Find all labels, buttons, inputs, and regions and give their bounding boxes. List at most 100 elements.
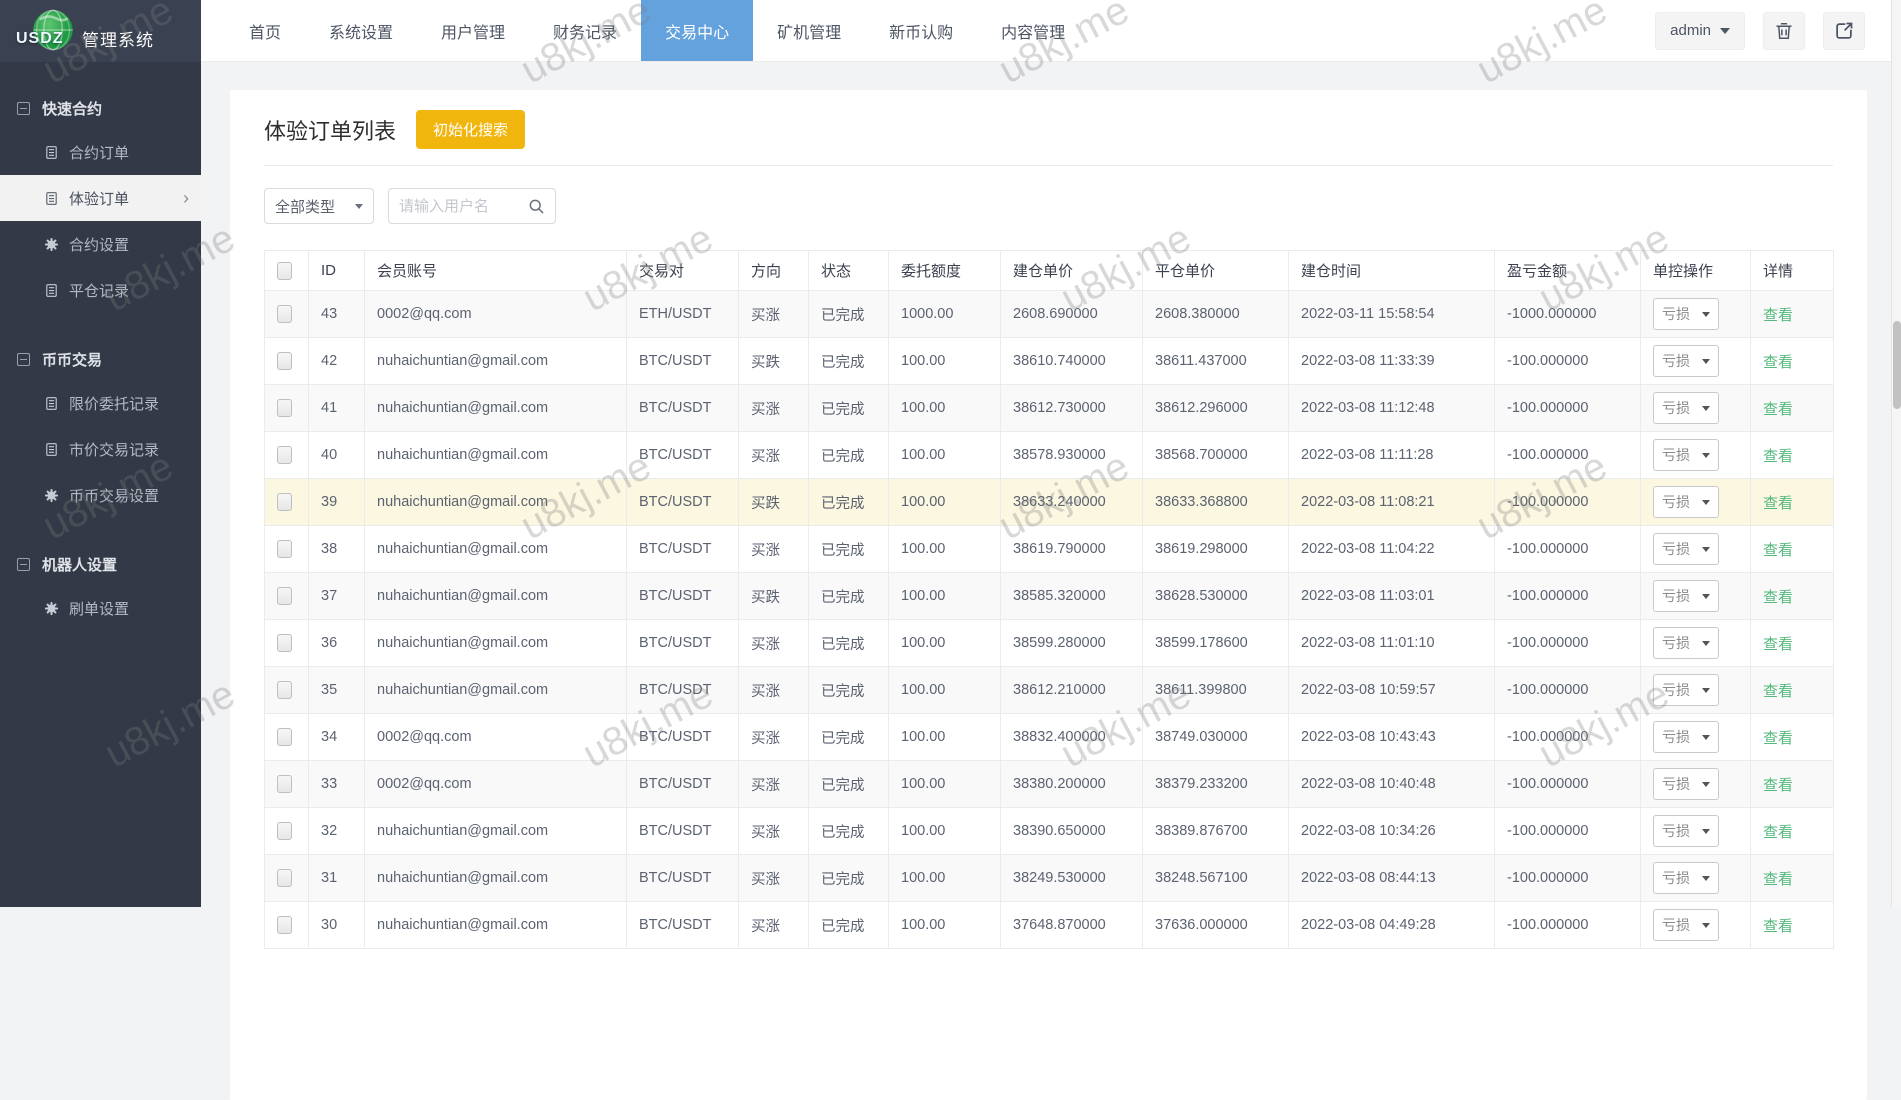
cell-open-time: 2022-03-08 11:08:21: [1289, 479, 1495, 526]
row-checkbox[interactable]: [277, 540, 292, 558]
cell-id: 41: [309, 385, 365, 432]
sidebar-item-limit-order-records[interactable]: 限价委托记录: [0, 380, 201, 426]
type-select[interactable]: 全部类型: [264, 188, 374, 224]
loss-control-select[interactable]: 亏损: [1653, 439, 1719, 471]
nav-item-finance-records[interactable]: 财务记录: [529, 0, 641, 61]
row-checkbox[interactable]: [277, 728, 292, 746]
cell-direction: 买涨: [739, 620, 809, 667]
page-scrollbar[interactable]: [1891, 0, 1901, 907]
cell-control: 亏损: [1641, 432, 1751, 479]
clear-cache-button[interactable]: [1763, 12, 1805, 50]
view-detail-link[interactable]: 查看: [1763, 307, 1793, 324]
view-detail-link[interactable]: 查看: [1763, 589, 1793, 606]
nav-item-new-coin[interactable]: 新币认购: [865, 0, 977, 61]
view-detail-link[interactable]: 查看: [1763, 636, 1793, 653]
view-detail-link[interactable]: 查看: [1763, 495, 1793, 512]
cell-profit: -100.000000: [1495, 338, 1641, 385]
loss-control-select[interactable]: 亏损: [1653, 674, 1719, 706]
order-table: ID 会员账号 交易对 方向 状态 委托额度 建仓单价 平仓单价 建仓时间 盈亏…: [264, 250, 1834, 949]
view-detail-link[interactable]: 查看: [1763, 542, 1793, 559]
cell-control: 亏损: [1641, 526, 1751, 573]
loss-control-select[interactable]: 亏损: [1653, 909, 1719, 941]
loss-control-select[interactable]: 亏损: [1653, 580, 1719, 612]
loss-control-select[interactable]: 亏损: [1653, 345, 1719, 377]
row-checkbox[interactable]: [277, 305, 292, 323]
loss-control-select[interactable]: 亏损: [1653, 815, 1719, 847]
view-detail-link[interactable]: 查看: [1763, 918, 1793, 935]
sidebar-item-trial-orders[interactable]: 体验订单 ›: [0, 175, 201, 221]
row-checkbox[interactable]: [277, 399, 292, 417]
row-checkbox[interactable]: [277, 869, 292, 887]
row-checkbox[interactable]: [277, 634, 292, 652]
loss-control-select[interactable]: 亏损: [1653, 486, 1719, 518]
loss-control-select[interactable]: 亏损: [1653, 768, 1719, 800]
sidebar-item-close-records[interactable]: 平仓记录: [0, 267, 201, 313]
list-icon: [44, 396, 59, 411]
cell-profit: -100.000000: [1495, 667, 1641, 714]
cell-account: nuhaichuntian@gmail.com: [365, 855, 627, 902]
view-detail-link[interactable]: 查看: [1763, 777, 1793, 794]
row-checkbox-cell: [265, 385, 309, 432]
view-detail-link[interactable]: 查看: [1763, 448, 1793, 465]
cell-open-time: 2022-03-08 11:12:48: [1289, 385, 1495, 432]
nav-item-system-settings[interactable]: 系统设置: [305, 0, 417, 61]
row-checkbox[interactable]: [277, 446, 292, 464]
search-icon[interactable]: [528, 198, 545, 215]
loss-control-select[interactable]: 亏损: [1653, 627, 1719, 659]
view-detail-link[interactable]: 查看: [1763, 683, 1793, 700]
loss-control-value: 亏损: [1662, 539, 1690, 559]
row-checkbox[interactable]: [277, 681, 292, 699]
view-detail-link[interactable]: 查看: [1763, 354, 1793, 371]
cell-close-price: 38248.567100: [1143, 855, 1289, 902]
row-checkbox[interactable]: [277, 493, 292, 511]
cell-pair: BTC/USDT: [627, 714, 739, 761]
admin-user-menu[interactable]: admin: [1655, 12, 1745, 50]
sidebar-item-contract-settings[interactable]: 合约设置: [0, 221, 201, 267]
chevron-down-icon: [1720, 28, 1730, 34]
sidebar-group-header-fast-contract[interactable]: 快速合约: [0, 88, 201, 129]
table-row: 36 nuhaichuntian@gmail.com BTC/USDT 买涨 已…: [265, 620, 1834, 667]
loss-control-select[interactable]: 亏损: [1653, 721, 1719, 753]
sidebar-item-coin-trade-settings[interactable]: 币币交易设置: [0, 472, 201, 518]
logout-button[interactable]: [1823, 12, 1865, 50]
cell-open-price: 2608.690000: [1001, 291, 1143, 338]
sidebar-item-label: 限价委托记录: [69, 393, 159, 414]
cell-status: 已完成: [809, 291, 889, 338]
row-checkbox[interactable]: [277, 352, 292, 370]
sidebar-item-label: 刷单设置: [69, 598, 129, 619]
row-checkbox[interactable]: [277, 822, 292, 840]
init-search-button[interactable]: 初始化搜索: [416, 110, 525, 149]
row-checkbox[interactable]: [277, 916, 292, 934]
loss-control-select[interactable]: 亏损: [1653, 862, 1719, 894]
loss-control-select[interactable]: 亏损: [1653, 392, 1719, 424]
nav-item-miner-management[interactable]: 矿机管理: [753, 0, 865, 61]
view-detail-link[interactable]: 查看: [1763, 730, 1793, 747]
view-detail-link[interactable]: 查看: [1763, 824, 1793, 841]
cell-profit: -100.000000: [1495, 620, 1641, 667]
sidebar-item-wash-trade-settings[interactable]: 刷单设置: [0, 585, 201, 631]
nav-item-trade-center[interactable]: 交易中心: [641, 0, 753, 61]
select-all-checkbox[interactable]: [277, 262, 292, 280]
nav-item-content-management[interactable]: 内容管理: [977, 0, 1089, 61]
scrollbar-thumb[interactable]: [1893, 321, 1901, 409]
type-select-value: 全部类型: [275, 196, 335, 217]
divider: [264, 165, 1833, 166]
nav-item-user-management[interactable]: 用户管理: [417, 0, 529, 61]
username-search-input[interactable]: [399, 198, 522, 215]
sidebar-group-header-robot-settings[interactable]: 机器人设置: [0, 544, 201, 585]
view-detail-link[interactable]: 查看: [1763, 871, 1793, 888]
sidebar-group-header-coin-trade[interactable]: 币币交易: [0, 339, 201, 380]
sidebar-item-contract-orders[interactable]: 合约订单: [0, 129, 201, 175]
header-controls: admin: [1655, 0, 1901, 61]
row-checkbox[interactable]: [277, 775, 292, 793]
row-checkbox[interactable]: [277, 587, 292, 605]
loss-control-select[interactable]: 亏损: [1653, 298, 1719, 330]
sidebar-item-market-trade-records[interactable]: 市价交易记录: [0, 426, 201, 472]
cell-status: 已完成: [809, 761, 889, 808]
cell-pair: BTC/USDT: [627, 526, 739, 573]
view-detail-link[interactable]: 查看: [1763, 401, 1793, 418]
list-icon: [44, 283, 59, 298]
nav-item-home[interactable]: 首页: [225, 0, 305, 61]
loss-control-select[interactable]: 亏损: [1653, 533, 1719, 565]
sidebar-group-fast-contract: 快速合约 合约订单 体验订单 › 合约设置 平仓记录: [0, 62, 201, 313]
